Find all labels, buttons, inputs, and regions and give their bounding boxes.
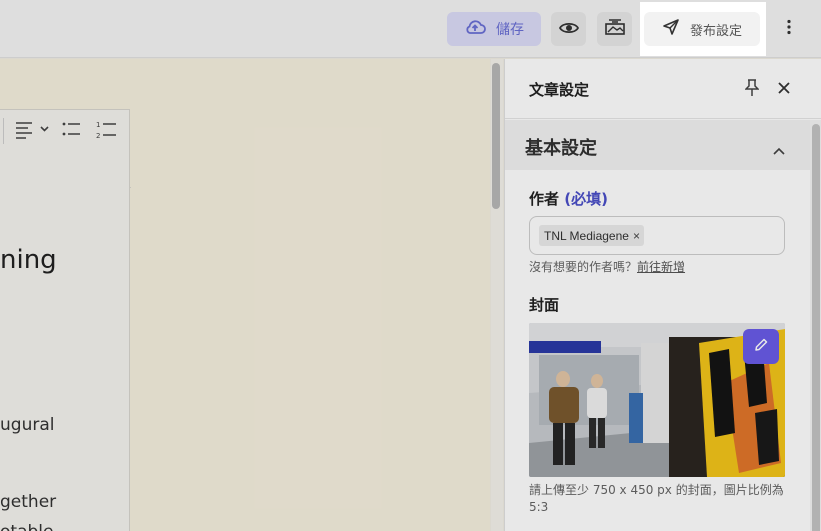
kebab-menu-icon (787, 19, 791, 39)
article-paragraph-line[interactable]: ugural (0, 415, 54, 435)
remove-author-icon[interactable]: × (633, 229, 640, 243)
align-left-icon[interactable] (15, 120, 49, 144)
author-label: 作者 (必填) (529, 188, 608, 209)
pin-icon[interactable] (744, 79, 760, 101)
editor-canvas[interactable]: 12 ning ugural gether otable (0, 59, 490, 531)
preview-button[interactable] (551, 12, 586, 46)
top-bar: 儲存 發布設定 (0, 0, 821, 58)
toolbar-divider (3, 118, 4, 144)
publish-settings-button[interactable]: 發布設定 (644, 12, 760, 46)
basic-settings-section-toggle[interactable]: 基本設定 (505, 120, 810, 170)
article-paragraph-line[interactable]: gether (0, 492, 56, 512)
author-hint: 沒有想要的作者嗎？前往新增 (529, 258, 685, 275)
save-button-label: 儲存 (496, 22, 524, 38)
article-heading[interactable]: ning (0, 245, 57, 275)
image-card-icon (604, 18, 626, 40)
article-paragraph-line[interactable]: otable (0, 522, 53, 531)
cover-image (529, 323, 785, 477)
cover-hint: 請上傳至少 750 x 450 px 的封面，圖片比例為 5:3 (529, 483, 784, 514)
panel-scrollbar[interactable] (810, 120, 821, 531)
panel-header: 文章設定 (505, 59, 821, 119)
author-chip: TNL Mediagene × (539, 225, 644, 246)
publish-highlight: 發布設定 (640, 2, 766, 56)
more-options-button[interactable] (778, 16, 800, 42)
pencil-icon (753, 337, 769, 357)
panel-title: 文章設定 (529, 81, 590, 99)
article-settings-panel: 文章設定 基本設定 作者 (必填) TNL Mediagene × 沒有想要的作… (504, 59, 821, 531)
block-toolbar: 12 (0, 109, 131, 188)
author-hint-text: 沒有想要的作者嗎？ (529, 260, 638, 274)
author-chip-label: TNL Mediagene (544, 228, 629, 243)
author-label-text: 作者 (529, 190, 560, 208)
required-marker: (必填) (564, 190, 608, 208)
section-title: 基本設定 (525, 138, 597, 159)
bullet-list-icon[interactable] (62, 120, 82, 144)
eye-icon (558, 20, 579, 39)
save-button[interactable]: 儲存 (447, 12, 541, 46)
document-body (0, 187, 130, 531)
social-preview-button[interactable] (597, 12, 632, 46)
chevron-up-icon (773, 140, 785, 159)
editor-scrollbar-thumb[interactable] (492, 63, 500, 209)
edit-cover-button[interactable] (743, 329, 779, 364)
svg-text:1: 1 (96, 121, 100, 129)
panel-scrollbar-thumb[interactable] (812, 124, 820, 531)
paper-plane-icon (662, 18, 680, 40)
numbered-list-icon[interactable]: 12 (96, 120, 118, 146)
close-icon[interactable] (777, 80, 791, 99)
editor-scrollbar[interactable] (491, 59, 503, 531)
cloud-upload-icon (464, 19, 486, 39)
cover-label: 封面 (529, 296, 560, 314)
author-input[interactable]: TNL Mediagene × (529, 216, 785, 255)
publish-settings-label: 發布設定 (689, 23, 742, 39)
svg-text:2: 2 (96, 132, 100, 140)
add-author-link[interactable]: 前往新增 (637, 260, 685, 274)
